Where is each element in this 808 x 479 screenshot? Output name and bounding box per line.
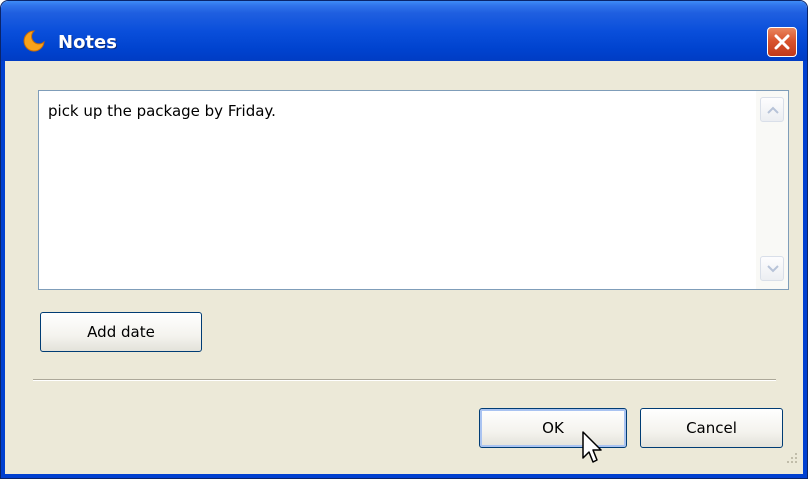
mouse-pointer-icon bbox=[582, 431, 602, 463]
chevron-down-icon bbox=[767, 265, 779, 273]
resize-grip-icon[interactable] bbox=[785, 451, 799, 465]
notes-dialog: Notes pick up the package by Friday. Add… bbox=[0, 0, 808, 479]
window-frame-right bbox=[803, 61, 807, 478]
title-bar[interactable]: Notes bbox=[1, 1, 807, 61]
separator-line bbox=[33, 379, 776, 381]
add-date-button[interactable]: Add date bbox=[40, 312, 202, 352]
window-title: Notes bbox=[58, 32, 117, 53]
vertical-scrollbar[interactable] bbox=[756, 91, 788, 289]
close-button[interactable] bbox=[767, 27, 797, 57]
dialog-body: pick up the package by Friday. Add date … bbox=[5, 61, 803, 474]
note-text[interactable]: pick up the package by Friday. bbox=[48, 102, 276, 120]
window-frame-bottom bbox=[1, 474, 807, 478]
chevron-up-icon bbox=[767, 106, 779, 114]
cancel-button[interactable]: Cancel bbox=[640, 408, 783, 448]
close-x-icon bbox=[774, 34, 790, 50]
scroll-up-button[interactable] bbox=[760, 97, 784, 122]
scroll-down-button[interactable] bbox=[760, 256, 784, 281]
note-textarea[interactable]: pick up the package by Friday. bbox=[38, 90, 789, 290]
orange-crescent-app-icon bbox=[23, 30, 45, 52]
